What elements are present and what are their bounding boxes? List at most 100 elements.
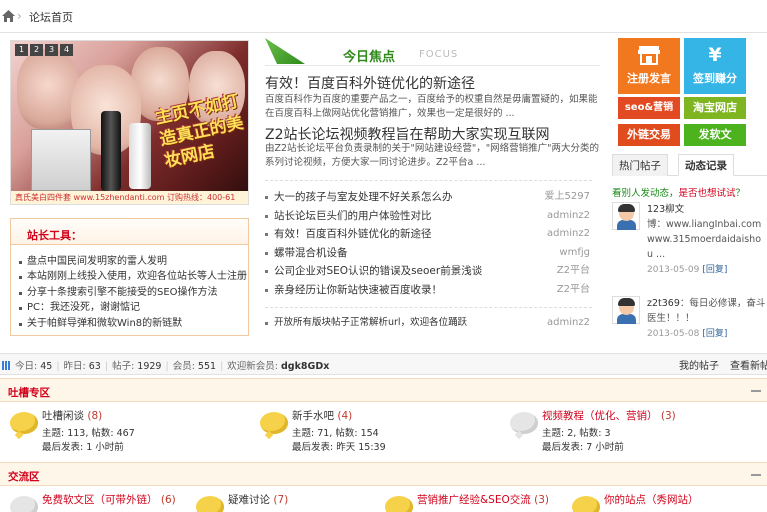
forum-today-count: (8) bbox=[87, 410, 103, 422]
link-trade-button[interactable]: 外链交易 bbox=[618, 124, 680, 146]
forum-status-icon bbox=[260, 412, 288, 434]
forum-name[interactable]: 你的站点（秀网站） bbox=[604, 494, 699, 506]
forum-name[interactable]: 视频教程（优化、营销） bbox=[542, 410, 658, 422]
forum-status-icon bbox=[385, 496, 413, 512]
tools-list-item[interactable]: 盘点中国民间发明家的雷人发明 bbox=[19, 254, 247, 269]
forum-name[interactable]: 营销推广经验&SEO交流 bbox=[417, 494, 531, 506]
activity-user[interactable]: 123柳文 bbox=[647, 204, 684, 215]
divider bbox=[265, 180, 592, 181]
post-title[interactable]: 开放所有版块帖子正常解析url，欢迎各位踊跃 bbox=[274, 317, 467, 328]
tools-list-item[interactable]: 分享十条搜索引擎不能接受的SEO操作方法 bbox=[19, 285, 247, 300]
forum-last-post[interactable]: 最后发表: 1 小时前 bbox=[42, 439, 124, 453]
forum-status-icon bbox=[510, 412, 538, 434]
my-posts-link[interactable]: 我的帖子 bbox=[679, 357, 719, 372]
post-button[interactable]: 注册发言 bbox=[618, 38, 680, 94]
post-title[interactable]: 公司企业对SEO认识的错误及seoer前景浅谈 bbox=[274, 265, 482, 277]
forum-item[interactable]: 免费软文区（可带外链） (6) bbox=[10, 492, 200, 512]
tab-hot-posts[interactable]: 热门帖子 bbox=[612, 154, 668, 176]
view-new-posts-link[interactable]: 查看新帖 bbox=[730, 357, 767, 372]
forum-name[interactable]: 疑难讨论 bbox=[228, 494, 270, 506]
tools-panel-header: 站长工具： bbox=[11, 219, 248, 245]
forum-item[interactable]: 视频教程（优化、营销） (3) 主题: 2, 帖数: 3 最后发表: 7 小时前 bbox=[510, 408, 760, 458]
category-title[interactable]: 吐槽专区 bbox=[8, 385, 50, 400]
activity-time: 2013-05-09 bbox=[647, 265, 700, 275]
avatar[interactable] bbox=[612, 296, 640, 324]
stat-label: 今日: bbox=[15, 361, 38, 372]
forum-today-count: (6) bbox=[160, 494, 176, 506]
post-list-item[interactable]: 螺带混合机设备 wmfjg bbox=[265, 244, 592, 263]
activity-time: 2013-05-08 bbox=[647, 329, 700, 339]
stat-posts: 1929 bbox=[137, 361, 162, 372]
post-list-item[interactable]: 公司企业对SEO认识的错误及seoer前景浅谈 Z2平台 bbox=[265, 262, 592, 281]
post-title[interactable]: 亲身经历让你新站快速被百度收录！ bbox=[274, 284, 442, 296]
category-title[interactable]: 交流区 bbox=[8, 469, 40, 484]
divider bbox=[265, 65, 600, 66]
slide-caption-strip: 真氏美白四件套 www.15zhendanti.com 订购热线：400-61 bbox=[11, 191, 248, 204]
focus-headline[interactable]: 有效！百度百科外链优化的新途径 bbox=[265, 73, 475, 93]
post-list-item[interactable]: 亲身经历让你新站快速被百度收录！ Z2平台 bbox=[265, 281, 592, 300]
post-author[interactable]: Z2平台 bbox=[557, 262, 590, 281]
post-title[interactable]: 站长论坛巨头们的用户体验性对比 bbox=[274, 210, 432, 222]
forum-category-header: 交流区 bbox=[0, 462, 767, 486]
post-title[interactable]: 有效！百度百科外链优化的新途径 bbox=[274, 228, 432, 240]
stat-label: 昨日: bbox=[63, 361, 86, 372]
forum-item[interactable]: 疑难讨论 (7) bbox=[196, 492, 376, 512]
post-author[interactable]: 爱上5297 bbox=[545, 188, 590, 207]
forum-name[interactable]: 新手水吧 bbox=[292, 410, 334, 422]
focus-summary: 百度百科作为百度的重要产品之一，百度给予的权重自然是毋庸置疑的，如果能在百度百科… bbox=[265, 94, 598, 119]
home-icon[interactable] bbox=[2, 10, 15, 22]
focus-headline[interactable]: Z2站长论坛视频教程旨在帮助大家实现互联网 bbox=[265, 124, 550, 144]
post-author[interactable]: adminz2 bbox=[547, 314, 590, 332]
tools-panel-title: 站长工具： bbox=[27, 229, 82, 242]
activity-user[interactable]: z2t369 bbox=[647, 298, 680, 309]
soft-article-button[interactable]: 发软文 bbox=[684, 124, 746, 146]
tools-list-item[interactable]: PC：我还没死，谢谢惦记 bbox=[19, 300, 247, 315]
post-list-item[interactable]: 有效！百度百科外链优化的新途径 adminz2 bbox=[265, 225, 592, 244]
sign-in-button[interactable]: ¥ 签到赚分 bbox=[684, 38, 746, 94]
seo-marketing-button[interactable]: seo&营销 bbox=[618, 97, 680, 119]
slide-page-button[interactable]: 3 bbox=[45, 44, 58, 56]
post-author[interactable]: Z2平台 bbox=[557, 281, 590, 300]
post-button-label: 注册发言 bbox=[627, 72, 671, 85]
reply-link[interactable]: [回复] bbox=[702, 265, 727, 275]
taobao-shop-button[interactable]: 淘宝网店 bbox=[684, 97, 746, 119]
activity-note-prefix: 看别人发动态， bbox=[612, 188, 679, 199]
forum-item[interactable]: 营销推广经验&SEO交流 (3) bbox=[385, 492, 565, 512]
new-member-link[interactable]: dgk8GDx bbox=[281, 361, 329, 372]
slideshow[interactable]: 主页不如打造真正的美妆网店 真氏美白四件套 www.15zhendanti.co… bbox=[10, 40, 249, 205]
latest-posts-list: 大一的孩子与室友处理不好关系怎么办 爱上5297 站长论坛巨头们的用户体验性对比 a… bbox=[265, 188, 592, 300]
avatar[interactable] bbox=[612, 202, 640, 230]
slide-page-button[interactable]: 4 bbox=[60, 44, 73, 56]
post-list-item[interactable]: 开放所有版块帖子正常解析url，欢迎各位踊跃 adminz2 bbox=[265, 314, 592, 332]
forum-status-icon bbox=[196, 496, 224, 512]
tools-list-item[interactable]: 关于帕鲜导弹和微软Win8的新链默 bbox=[19, 316, 247, 331]
post-list-item[interactable]: 大一的孩子与室友处理不好关系怎么办 爱上5297 bbox=[265, 188, 592, 207]
post-author[interactable]: adminz2 bbox=[547, 207, 590, 226]
forum-last-post[interactable]: 最后发表: 7 小时前 bbox=[542, 439, 624, 453]
post-author[interactable]: wmfjg bbox=[559, 244, 590, 263]
breadcrumb-current[interactable]: 论坛首页 bbox=[29, 9, 73, 25]
activity-entry: z2t369：每日必修课，奋斗医生！！！ 2013-05-08 [回复] bbox=[647, 296, 767, 342]
reply-link[interactable]: [回复] bbox=[702, 329, 727, 339]
post-list-item[interactable]: 站长论坛巨头们的用户体验性对比 adminz2 bbox=[265, 207, 592, 226]
forum-name[interactable]: 免费软文区（可带外链） bbox=[42, 494, 158, 506]
forum-name[interactable]: 吐槽闲谈 bbox=[42, 410, 84, 422]
slide-page-button[interactable]: 1 bbox=[15, 44, 28, 56]
tab-activity[interactable]: 动态记录 bbox=[678, 154, 734, 176]
product-bottle-image bbox=[129, 123, 151, 189]
forum-last-post[interactable]: 最后发表: 昨天 15:39 bbox=[292, 439, 386, 453]
post-author[interactable]: adminz2 bbox=[547, 225, 590, 244]
product-bottle-image bbox=[101, 111, 121, 191]
forum-item[interactable]: 新手水吧 (4) 主题: 71, 帖数: 154 最后发表: 昨天 15:39 bbox=[260, 408, 490, 458]
post-title[interactable]: 螺带混合机设备 bbox=[274, 247, 348, 259]
forum-item[interactable]: 你的站点（秀网站） bbox=[572, 492, 762, 512]
slide-page-button[interactable]: 2 bbox=[30, 44, 43, 56]
divider bbox=[265, 307, 592, 308]
tools-list-item[interactable]: 本站刚刚上线投入使用，欢迎各位站长等人士注册 bbox=[19, 269, 247, 284]
post-title[interactable]: 大一的孩子与室友处理不好关系怎么办 bbox=[274, 191, 453, 203]
forum-item[interactable]: 吐槽闲谈 (8) 主题: 113, 帖数: 467 最后发表: 1 小时前 bbox=[10, 408, 240, 458]
activity-note-link[interactable]: 是否也想试试 bbox=[679, 188, 736, 199]
collapse-icon[interactable] bbox=[751, 474, 761, 476]
collapse-icon[interactable] bbox=[751, 390, 761, 392]
focus-header: 今日焦点 FOCUS bbox=[265, 38, 600, 66]
